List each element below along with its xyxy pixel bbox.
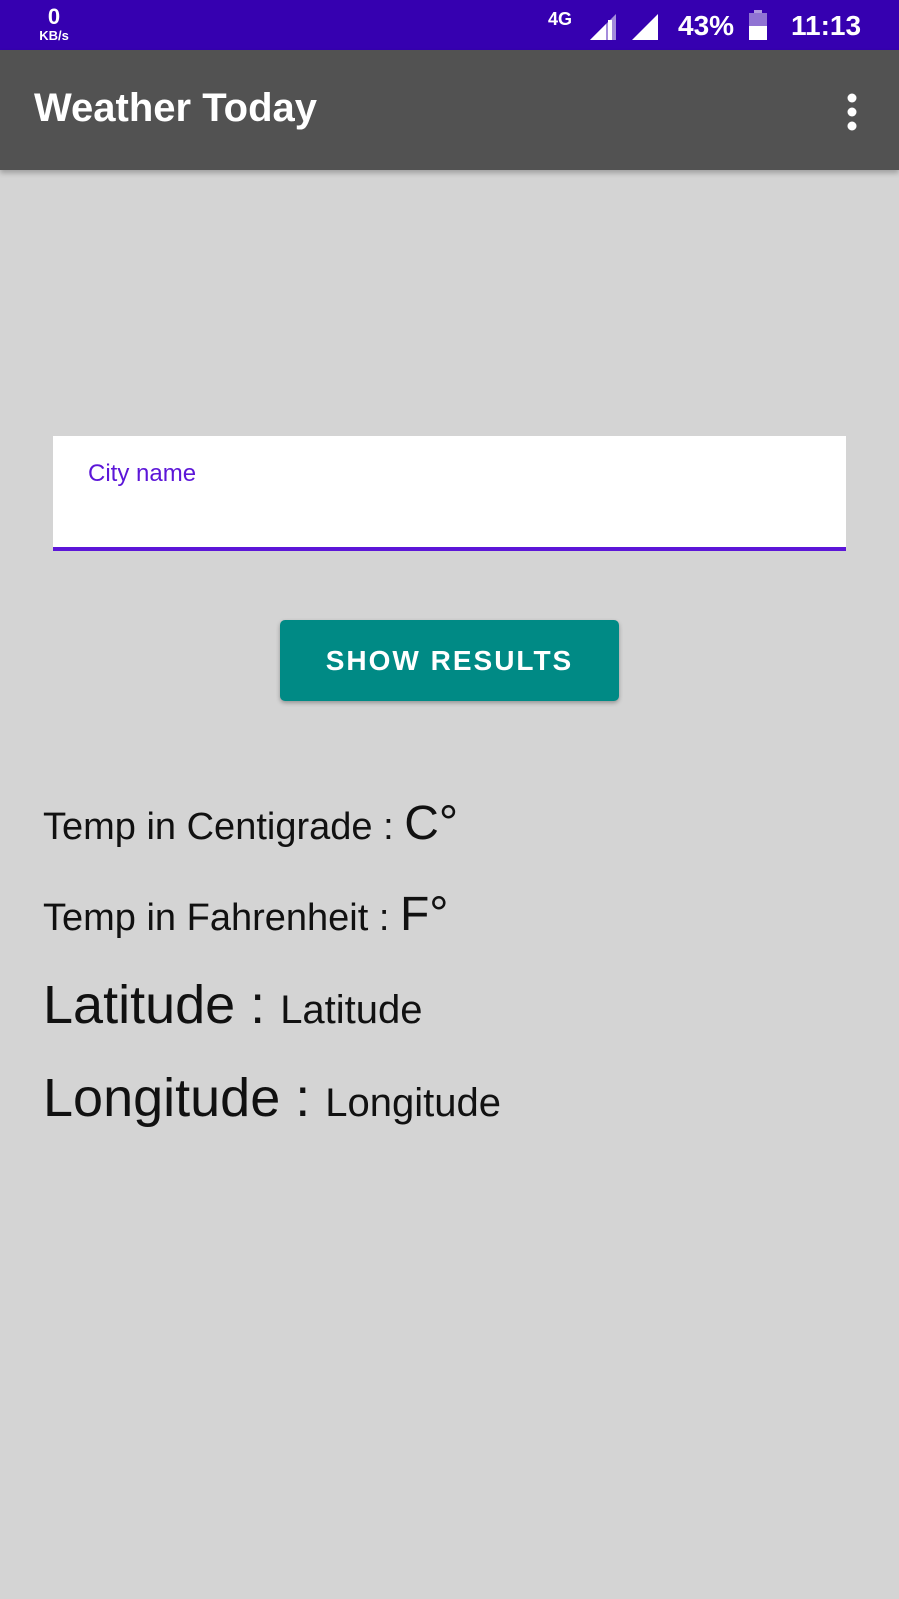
- longitude-value: Longitude: [325, 1081, 501, 1125]
- temp-centigrade-value: C°: [404, 797, 459, 850]
- clock: 11:13: [791, 10, 862, 41]
- temp-centigrade-row: Temp in Centigrade : C°: [43, 800, 458, 848]
- network-speed: 0 KB/s: [34, 4, 74, 43]
- city-name-label: City name: [88, 460, 197, 487]
- city-name-field[interactable]: City name: [53, 436, 846, 551]
- network-speed-value: 0: [47, 4, 61, 29]
- temp-fahrenheit-value: F°: [399, 888, 449, 941]
- network-type: 4G: [548, 9, 573, 29]
- app-bar: Weather Today: [0, 50, 899, 170]
- longitude-label: Longitude :: [43, 1068, 326, 1128]
- temp-fahrenheit-row: Temp in Fahrenheit : F°: [43, 891, 448, 939]
- show-results-button[interactable]: SHOW RESULTS: [280, 620, 619, 701]
- battery-icon: [749, 10, 767, 45]
- signal-icon: [588, 12, 618, 47]
- app-title: Weather Today: [34, 86, 318, 130]
- temp-centigrade-label: Temp in Centigrade :: [43, 806, 405, 848]
- longitude-row: Longitude : Longitude: [43, 1071, 501, 1125]
- temp-fahrenheit-label: Temp in Fahrenheit :: [43, 897, 400, 939]
- overflow-menu-icon[interactable]: [836, 92, 868, 132]
- latitude-value: Latitude: [280, 988, 423, 1032]
- status-bar: 0 KB/s 4G 43% 11:13: [0, 0, 899, 50]
- battery-percent: 43%: [678, 10, 735, 41]
- latitude-row: Latitude : Latitude: [43, 978, 423, 1032]
- signal-icon: [630, 12, 660, 47]
- network-speed-unit: KB/s: [39, 28, 69, 43]
- latitude-label: Latitude :: [43, 975, 281, 1035]
- city-name-input[interactable]: [88, 498, 808, 538]
